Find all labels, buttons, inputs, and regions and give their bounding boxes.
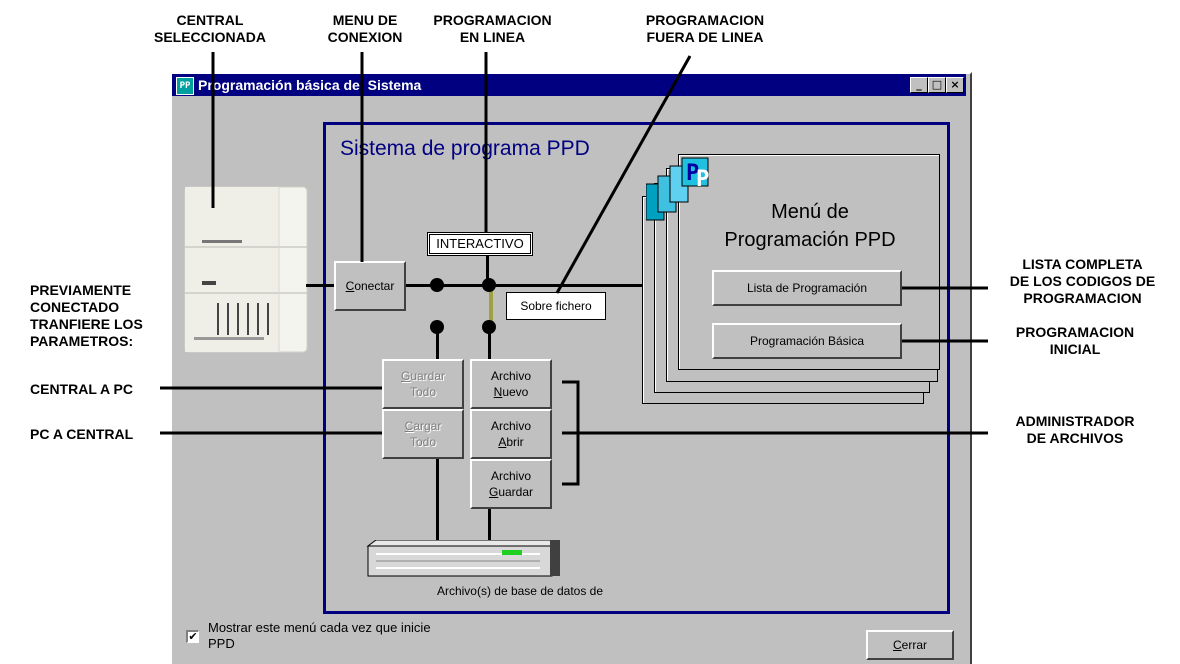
callout-lines [160,52,988,486]
